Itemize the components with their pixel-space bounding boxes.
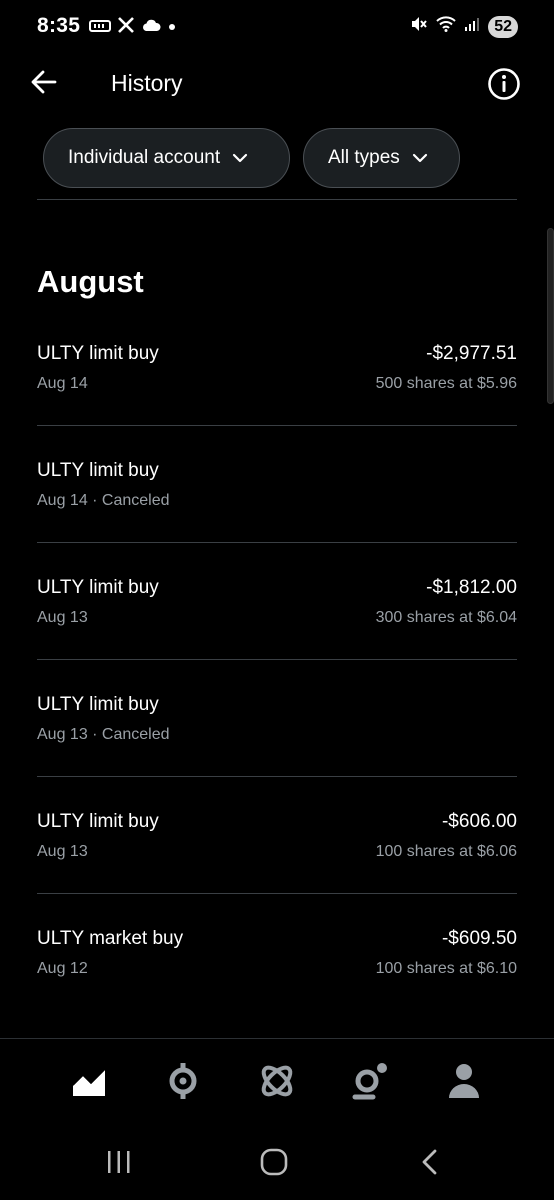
arrow-left-icon bbox=[30, 68, 58, 101]
account-icon bbox=[446, 1062, 482, 1105]
recent-apps-icon bbox=[105, 1149, 133, 1180]
divider bbox=[37, 199, 517, 200]
status-right-icons: 52 bbox=[410, 15, 518, 38]
page-title: History bbox=[111, 70, 183, 96]
types-filter-label: All types bbox=[328, 147, 400, 168]
nav-account-button[interactable] bbox=[444, 1063, 484, 1103]
nav-crypto-button[interactable] bbox=[163, 1062, 203, 1105]
cloud-icon bbox=[141, 18, 161, 37]
filter-row: Individual account All types bbox=[43, 128, 460, 188]
transaction-amount: -$2,977.51 bbox=[426, 343, 517, 364]
chevron-down-icon bbox=[232, 147, 248, 169]
voicemail-icon bbox=[89, 19, 111, 37]
home-icon bbox=[259, 1147, 289, 1182]
signal-icon bbox=[464, 16, 480, 37]
nav-notifications-button[interactable] bbox=[350, 1061, 390, 1106]
transaction-row[interactable]: ULTY limit buy Aug 14 · Canceled bbox=[37, 426, 517, 543]
transaction-row[interactable]: ULTY limit buy Aug 13 -$1,812.00 300 sha… bbox=[37, 543, 517, 660]
nav-discover-button[interactable] bbox=[257, 1063, 297, 1103]
transaction-date: Aug 14 · Canceled bbox=[37, 492, 170, 509]
notifications-icon bbox=[351, 1061, 389, 1106]
transaction-name: ULTY limit buy bbox=[37, 811, 159, 832]
status-left-icons bbox=[89, 16, 177, 39]
transaction-list: ULTY limit buy Aug 14 -$2,977.51 500 sha… bbox=[37, 309, 517, 1010]
transaction-name: ULTY limit buy bbox=[37, 460, 159, 481]
back-button[interactable] bbox=[28, 68, 60, 100]
transaction-row[interactable]: ULTY limit buy Aug 14 -$2,977.51 500 sha… bbox=[37, 309, 517, 426]
discover-icon bbox=[257, 1061, 297, 1106]
info-button[interactable] bbox=[486, 67, 522, 106]
nav-investing-button[interactable] bbox=[70, 1063, 110, 1103]
bottom-nav bbox=[0, 1038, 554, 1129]
transaction-name: ULTY limit buy bbox=[37, 343, 159, 364]
info-icon bbox=[487, 67, 521, 106]
recent-apps-button[interactable] bbox=[103, 1148, 135, 1180]
transaction-name: ULTY limit buy bbox=[37, 694, 159, 715]
transaction-detail: 500 shares at $5.96 bbox=[375, 375, 517, 392]
dot-icon bbox=[167, 19, 177, 37]
scrollbar[interactable] bbox=[547, 228, 554, 404]
chevron-down-icon bbox=[412, 147, 428, 169]
transaction-row[interactable]: ULTY market buy Aug 12 -$609.50 100 shar… bbox=[37, 894, 517, 1010]
transaction-date: Aug 13 bbox=[37, 609, 88, 626]
types-filter-chip[interactable]: All types bbox=[303, 128, 460, 188]
investing-chart-icon bbox=[71, 1062, 109, 1105]
x-app-icon bbox=[117, 16, 135, 39]
system-back-button[interactable] bbox=[414, 1148, 446, 1180]
transaction-amount: -$1,812.00 bbox=[426, 577, 517, 598]
wifi-icon bbox=[436, 16, 456, 37]
transaction-name: ULTY market buy bbox=[37, 928, 184, 949]
transaction-date: Aug 13 · Canceled bbox=[37, 726, 170, 743]
transaction-detail: 100 shares at $6.06 bbox=[375, 843, 517, 860]
battery-badge: 52 bbox=[488, 15, 518, 38]
transaction-amount: -$606.00 bbox=[441, 811, 517, 832]
transaction-row[interactable]: ULTY limit buy Aug 13 -$606.00 100 share… bbox=[37, 777, 517, 894]
transaction-row[interactable]: ULTY limit buy Aug 13 · Canceled bbox=[37, 660, 517, 777]
chevron-left-icon bbox=[419, 1148, 441, 1181]
account-filter-label: Individual account bbox=[68, 147, 221, 168]
transaction-date: Aug 14 bbox=[37, 375, 88, 392]
section-title: August bbox=[37, 264, 144, 299]
top-app-bar: History bbox=[0, 56, 554, 112]
system-nav-bar bbox=[0, 1128, 554, 1200]
crypto-icon bbox=[164, 1062, 202, 1105]
transaction-date: Aug 12 bbox=[37, 960, 88, 977]
home-button[interactable] bbox=[258, 1148, 290, 1180]
status-time: 8:35 bbox=[37, 14, 81, 37]
transaction-date: Aug 13 bbox=[37, 843, 88, 860]
transaction-amount: -$609.50 bbox=[441, 928, 517, 949]
mute-icon bbox=[410, 15, 428, 38]
transaction-detail: 100 shares at $6.10 bbox=[375, 960, 517, 977]
transaction-detail: 300 shares at $6.04 bbox=[375, 609, 517, 626]
status-bar: 8:35 52 bbox=[0, 0, 554, 56]
account-filter-chip[interactable]: Individual account bbox=[43, 128, 290, 188]
transaction-name: ULTY limit buy bbox=[37, 577, 159, 598]
